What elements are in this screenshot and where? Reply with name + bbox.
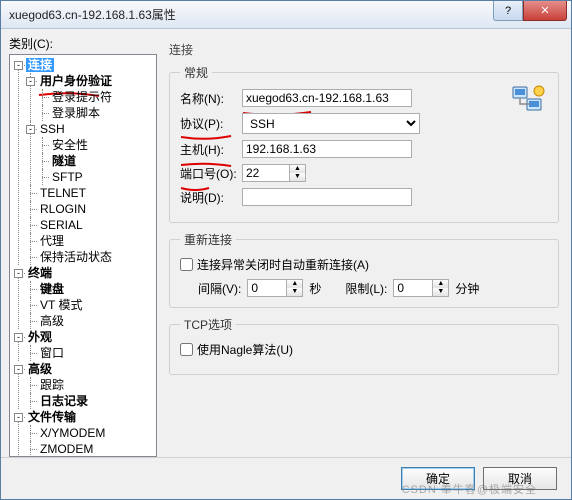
expand-icon[interactable]: - — [14, 61, 23, 70]
limit-label: 限制(L): — [345, 280, 387, 297]
tree-prompt[interactable]: 登录提示符 — [50, 90, 114, 104]
tcp-group: TCP选项 使用Nagle算法(U) — [169, 316, 559, 375]
expand-icon[interactable]: - — [14, 413, 23, 422]
window-title: xuegod63.cn-192.168.1.63属性 — [9, 6, 176, 23]
settings-panel: 连接 常规 名称(N): 协议(P): SSH 主机(H): — [165, 35, 563, 457]
category-tree[interactable]: -连接 -用户身份验证 登录提示符 登录脚本 -SSH — [9, 54, 157, 457]
protocol-label: 协议(P): — [180, 115, 242, 132]
expand-icon[interactable]: - — [14, 333, 23, 342]
tree-rlogin[interactable]: RLOGIN — [38, 202, 88, 216]
tree-window[interactable]: 窗口 — [38, 346, 66, 360]
spin-up-icon[interactable]: ▲ — [290, 165, 305, 173]
expand-icon[interactable]: - — [14, 365, 23, 374]
tree-zmodem[interactable]: ZMODEM — [38, 442, 95, 456]
tree-advanced2[interactable]: 高级 — [26, 362, 54, 376]
expand-icon[interactable]: - — [14, 269, 23, 278]
tree-appearance[interactable]: 外观 — [26, 330, 54, 344]
spin-down-icon[interactable]: ▼ — [287, 288, 302, 296]
interval-input[interactable] — [247, 279, 287, 297]
general-legend: 常规 — [180, 64, 212, 81]
spin-down-icon[interactable]: ▼ — [290, 173, 305, 181]
tree-auth[interactable]: 用户身份验证 — [38, 74, 114, 88]
tree-log[interactable]: 日志记录 — [38, 394, 90, 408]
expand-icon[interactable]: - — [26, 125, 35, 134]
spin-up-icon[interactable]: ▲ — [287, 280, 302, 288]
tree-connection[interactable]: 连接 — [26, 58, 54, 72]
min-label: 分钟 — [455, 280, 479, 297]
auto-reconnect-label: 连接异常关闭时自动重新连接(A) — [197, 256, 369, 273]
spin-up-icon[interactable]: ▲ — [433, 280, 448, 288]
close-button[interactable]: ✕ — [523, 1, 567, 21]
tree-vt[interactable]: VT 模式 — [38, 298, 84, 312]
tree-script[interactable]: 登录脚本 — [50, 106, 102, 120]
host-input[interactable] — [242, 140, 412, 158]
port-label: 端口号(O): — [180, 165, 242, 182]
tree-serial[interactable]: SERIAL — [38, 218, 85, 232]
nagle-checkbox[interactable] — [180, 343, 193, 356]
limit-spinner[interactable]: ▲▼ — [393, 279, 449, 297]
panel-heading: 连接 — [169, 41, 559, 58]
tree-telnet[interactable]: TELNET — [38, 186, 88, 200]
watermark: CSDN 奉牛客@极端安全 — [402, 481, 537, 497]
name-label: 名称(N): — [180, 90, 242, 107]
tree-ssh[interactable]: SSH — [38, 122, 67, 136]
desc-label: 说明(D): — [180, 189, 242, 206]
interval-label: 间隔(V): — [198, 280, 241, 297]
host-label: 主机(H): — [180, 141, 242, 158]
nagle-label: 使用Nagle算法(U) — [197, 341, 293, 358]
reconnect-group: 重新连接 连接异常关闭时自动重新连接(A) 间隔(V): ▲▼ 秒 限制(L):… — [169, 231, 559, 308]
tree-sftp[interactable]: SFTP — [50, 170, 85, 184]
tree-tunnel[interactable]: 隧道 — [50, 154, 78, 168]
expand-icon[interactable]: - — [26, 77, 35, 86]
tree-trace[interactable]: 跟踪 — [38, 378, 66, 392]
spin-down-icon[interactable]: ▼ — [433, 288, 448, 296]
titlebar-buttons: ? ✕ — [493, 1, 571, 21]
general-group: 常规 名称(N): 协议(P): SSH 主机(H): — [169, 64, 559, 223]
reconnect-legend: 重新连接 — [180, 231, 236, 248]
desc-input[interactable] — [242, 188, 412, 206]
tree-advanced1[interactable]: 高级 — [38, 314, 66, 328]
sec-label: 秒 — [309, 280, 321, 297]
port-spinner[interactable]: ▲▼ — [242, 164, 306, 182]
titlebar: xuegod63.cn-192.168.1.63属性 ? ✕ — [1, 1, 571, 29]
protocol-select[interactable]: SSH — [242, 113, 420, 134]
tree-terminal[interactable]: 终端 — [26, 266, 54, 280]
tree-keyboard[interactable]: 键盘 — [38, 282, 66, 296]
properties-dialog: xuegod63.cn-192.168.1.63属性 ? ✕ 类别(C): -连… — [0, 0, 572, 500]
tree-xymodem[interactable]: X/YMODEM — [38, 426, 107, 440]
tree-filetransfer[interactable]: 文件传输 — [26, 410, 78, 424]
port-input[interactable] — [242, 164, 290, 182]
interval-spinner[interactable]: ▲▼ — [247, 279, 303, 297]
limit-input[interactable] — [393, 279, 433, 297]
tree-security[interactable]: 安全性 — [50, 138, 90, 152]
auto-reconnect-checkbox[interactable] — [180, 258, 193, 271]
tree-proxy[interactable]: 代理 — [38, 234, 66, 248]
tcp-legend: TCP选项 — [180, 316, 236, 333]
name-input[interactable] — [242, 89, 412, 107]
tree-keepalive[interactable]: 保持活动状态 — [38, 250, 114, 264]
category-label: 类别(C): — [9, 35, 157, 52]
help-button[interactable]: ? — [493, 1, 523, 21]
network-icon — [511, 83, 545, 117]
